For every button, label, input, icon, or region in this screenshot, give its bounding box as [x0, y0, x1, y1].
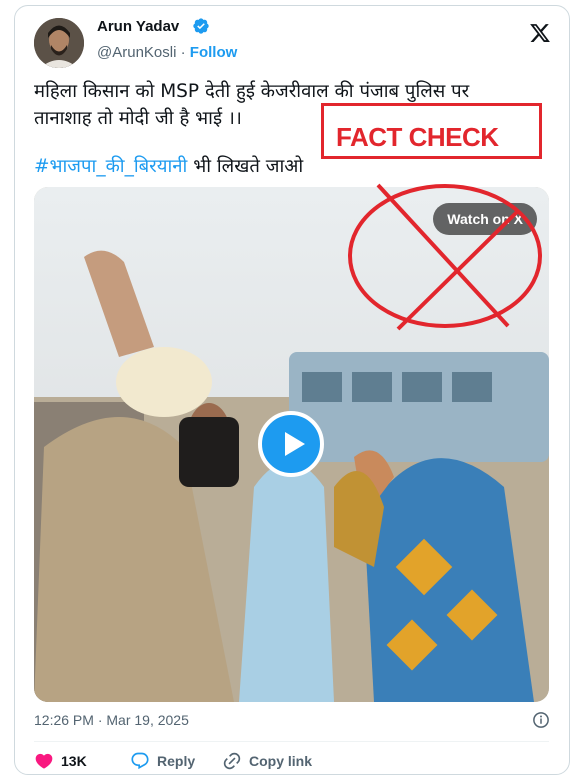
hashtag-suffix: भी लिखते जाओ: [187, 156, 304, 177]
like-count: 13K: [61, 753, 87, 769]
reply-icon: [131, 752, 149, 770]
fact-check-stamp: FACT CHECK: [321, 103, 542, 159]
avatar[interactable]: [34, 18, 84, 68]
author-handle[interactable]: @ArunKosli: [97, 44, 176, 61]
play-icon: [285, 432, 305, 456]
follow-button[interactable]: Follow: [190, 44, 238, 61]
author-name[interactable]: Arun Yadav: [97, 18, 179, 35]
info-icon[interactable]: [532, 711, 550, 729]
tweet-text-line-1: महिला किसान को MSP देती हुई केजरीवाल की …: [34, 81, 470, 102]
copy-link-label: Copy link: [249, 753, 313, 769]
reply-label: Reply: [157, 753, 196, 769]
heart-icon: [35, 753, 53, 769]
x-logo-icon[interactable]: [529, 22, 551, 44]
link-icon: [223, 752, 241, 770]
handle-row: @ArunKosli · Follow: [97, 44, 237, 61]
play-button[interactable]: [258, 411, 324, 477]
verified-badge-icon: [193, 18, 209, 34]
fact-check-label: FACT CHECK: [336, 122, 499, 152]
separator-dot: ·: [180, 44, 186, 61]
fact-check-cross-overlay: [348, 183, 542, 331]
tweet-timestamp[interactable]: 12:26 PM · Mar 19, 2025: [34, 712, 189, 728]
fact-check-cross-line-1: [376, 183, 510, 328]
like-button[interactable]: 13K: [34, 751, 87, 771]
copy-link-button[interactable]: Copy link: [222, 751, 312, 771]
tweet-hashtag-line: #भाजपा_की_बिरयानी भी लिखते जाओ: [34, 153, 303, 178]
hashtag-link[interactable]: #भाजपा_की_बिरयानी: [34, 156, 187, 177]
divider: [34, 741, 549, 742]
reply-button[interactable]: Reply: [130, 751, 195, 771]
